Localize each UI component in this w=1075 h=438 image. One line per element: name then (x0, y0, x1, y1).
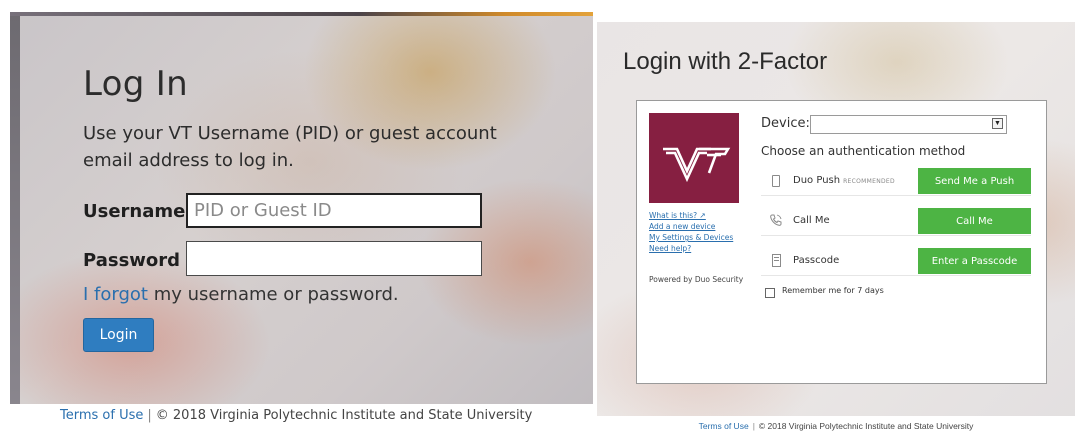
twofactor-title: Login with 2-Factor (623, 48, 828, 75)
password-input[interactable] (186, 241, 482, 276)
remember-label: Remember me for 7 days (782, 286, 884, 295)
username-input[interactable] (186, 193, 482, 228)
call-me-button[interactable]: Call Me (918, 208, 1031, 234)
powered-by-text: Powered by Duo Security (649, 275, 744, 284)
duo-frame: What is this? ↗ Add a new device My Sett… (636, 100, 1047, 384)
login-footer: Terms of Use | © 2018 Virginia Polytechnic… (10, 404, 593, 438)
passcode-label: Passcode (793, 255, 840, 266)
terms-of-use-link[interactable]: Terms of Use (60, 408, 143, 423)
device-select[interactable]: ▼ (810, 115, 1007, 134)
passcode-icon (772, 254, 781, 267)
vt-logo (649, 113, 739, 203)
auth-row-push: Duo Push RECOMMENDED Send Me a Push (761, 168, 1031, 196)
need-help-link[interactable]: Need help? (649, 243, 749, 254)
enter-passcode-button[interactable]: Enter a Passcode (918, 248, 1031, 274)
forgot-link[interactable]: I forgot (83, 284, 148, 305)
login-panel: Log In Use your VT Username (PID) or gue… (10, 12, 593, 438)
settings-devices-link[interactable]: My Settings & Devices (649, 232, 749, 243)
password-label: Password (83, 250, 181, 271)
login-button[interactable]: Login (83, 318, 154, 352)
username-label: Username (83, 201, 186, 222)
forgot-line: I forgot my username or password. (83, 284, 399, 305)
device-label: Device: (761, 116, 810, 131)
twofactor-panel: Login with 2-Factor What is this? ↗ Add … (597, 22, 1075, 438)
copyright-text-2fa: © 2018 Virginia Polytechnic Institute an… (758, 421, 974, 431)
auth-method-heading: Choose an authentication method (761, 144, 966, 158)
what-is-this-link[interactable]: What is this? ↗ (649, 210, 749, 221)
phone-call-icon (769, 213, 783, 229)
auth-row-passcode: Passcode Enter a Passcode (761, 248, 1031, 276)
phone-icon (772, 175, 780, 187)
call-label: Call Me (793, 215, 830, 226)
add-device-link[interactable]: Add a new device (649, 221, 749, 232)
remember-checkbox[interactable] (765, 288, 775, 298)
duo-links: What is this? ↗ Add a new device My Sett… (649, 210, 749, 254)
chevron-down-icon[interactable]: ▼ (992, 118, 1003, 129)
auth-method-name: Duo Push RECOMMENDED (793, 175, 895, 186)
recommended-badge: RECOMMENDED (843, 178, 895, 185)
push-label: Duo Push (793, 175, 841, 186)
terms-of-use-link-2fa[interactable]: Terms of Use (699, 421, 749, 431)
vt-logo-icon (663, 147, 731, 183)
login-title: Log In (83, 64, 188, 104)
copyright-text: © 2018 Virginia Polytechnic Institute an… (155, 408, 533, 423)
footer-separator-2fa: | (752, 421, 755, 431)
login-instructions: Use your VT Username (PID) or guest acco… (83, 123, 497, 171)
footer-separator: | (147, 408, 152, 423)
twofactor-footer: Terms of Use | © 2018 Virginia Polytechnic… (597, 416, 1075, 438)
auth-row-call: Call Me Call Me (761, 208, 1031, 236)
send-push-button[interactable]: Send Me a Push (918, 168, 1031, 194)
forgot-text: my username or password. (147, 284, 399, 305)
